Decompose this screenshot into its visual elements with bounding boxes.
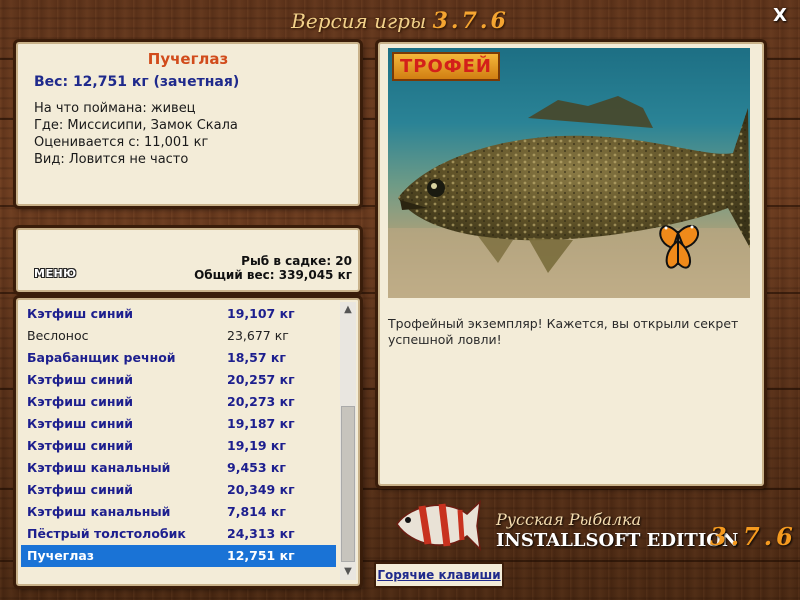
type-info: Вид: Ловится не часто xyxy=(34,152,189,167)
list-item-name: Кэтфиш канальный xyxy=(27,504,171,519)
list-item-weight: 20,273 кг xyxy=(227,394,295,409)
keepnet-stats-panel: МЕНЮ Рыб в садке: 20 Общий вес: 339,045 … xyxy=(16,228,360,292)
list-item-weight: 19,187 кг xyxy=(227,416,295,431)
fish-name: Пучеглаз xyxy=(147,50,229,68)
list-item[interactable]: Кэтфиш канальный 9,453 кг xyxy=(21,457,336,479)
list-item-weight: 19,19 кг xyxy=(227,438,286,453)
list-item-weight: 18,57 кг xyxy=(227,350,286,365)
catch-list: Кэтфиш синий 19,107 кг Веслонос 23,677 кг Ба… xyxy=(16,298,360,586)
list-item-weight: 12,751 кг xyxy=(227,548,295,563)
list-item-name: Барабанщик речной xyxy=(27,350,176,365)
scroll-up-icon[interactable]: ▲ xyxy=(340,302,356,318)
list-item-weight: 7,814 кг xyxy=(227,504,286,519)
list-item-name: Кэтфиш синий xyxy=(27,482,133,497)
list-item[interactable]: Кэтфиш синий 19,107 кг xyxy=(21,303,336,325)
catch-info-panel: Пучеглаз Вес: 12,751 кг (зачетная) На чт… xyxy=(16,42,360,206)
close-icon[interactable]: X xyxy=(770,6,790,26)
list-item-name: Пёстрый толстолобик xyxy=(27,526,186,541)
brand-fish-icon xyxy=(396,500,482,552)
list-item-name: Кэтфиш синий xyxy=(27,306,133,321)
list-item[interactable]: Кэтфиш канальный 7,814 кг xyxy=(21,501,336,523)
list-item[interactable]: Веслонос 23,677 кг xyxy=(21,325,336,347)
list-item[interactable]: Барабанщик речной 18,57 кг xyxy=(21,347,336,369)
list-item-name: Кэтфиш синий xyxy=(27,438,133,453)
list-item-name: Кэтфиш канальный xyxy=(27,460,171,475)
walleye-image xyxy=(388,96,750,298)
title-version: 3.7.6 xyxy=(432,8,509,34)
list-item-name: Веслонос xyxy=(27,328,89,343)
list-item[interactable]: Кэтфиш синий 20,257 кг xyxy=(21,369,336,391)
scrollbar[interactable]: ▲ ▼ xyxy=(340,302,356,580)
title-text: Версия игры xyxy=(291,9,427,33)
list-item-name: Кэтфиш синий xyxy=(27,416,133,431)
hotkeys-button[interactable]: Горячие клавиши xyxy=(374,562,504,588)
fish-count: Рыб в садке: 20 xyxy=(241,254,352,268)
rating-info: Оценивается с: 11,001 кг xyxy=(34,135,209,150)
scroll-thumb[interactable] xyxy=(341,406,355,562)
list-item-name: Пучеглаз xyxy=(27,548,95,563)
bait-info: На что поймана: живец xyxy=(34,101,196,116)
list-item[interactable]: Кэтфиш синий 19,187 кг xyxy=(21,413,336,435)
list-item-weight: 24,313 кг xyxy=(227,526,295,541)
total-weight: Общий вес: 339,045 кг xyxy=(194,268,352,282)
list-item-weight: 20,257 кг xyxy=(227,372,295,387)
fish-weight: Вес: 12,751 кг (зачетная) xyxy=(34,74,240,90)
list-item-weight: 20,349 кг xyxy=(227,482,295,497)
list-item-name: Кэтфиш синий xyxy=(27,394,133,409)
list-item-weight: 9,453 кг xyxy=(227,460,286,475)
list-item-weight: 19,107 кг xyxy=(227,306,295,321)
list-item[interactable]: Пучеглаз 12,751 кг xyxy=(21,545,336,567)
brand-title: Русская Рыбалка xyxy=(496,510,642,529)
window-title: Версия игры 3.7.6 xyxy=(0,8,800,34)
list-item-name: Кэтфиш синий xyxy=(27,372,133,387)
list-item[interactable]: Пёстрый толстолобик 24,313 кг xyxy=(21,523,336,545)
menu-button[interactable]: МЕНЮ xyxy=(34,267,77,280)
list-item-weight: 23,677 кг xyxy=(227,328,289,343)
catch-list-rows: Кэтфиш синий 19,107 кг Веслонос 23,677 кг Ба… xyxy=(21,303,336,567)
brand-version: 3.7.6 xyxy=(710,522,797,551)
scroll-down-icon[interactable]: ▼ xyxy=(340,564,356,580)
fish-photo: ТРОФЕЙ xyxy=(388,48,750,298)
trophy-panel: ТРОФЕЙ Трофейный экземпляр! Кажется, вы … xyxy=(378,42,764,486)
location-info: Где: Миссисипи, Замок Скала xyxy=(34,118,238,133)
brand-edition: INSTALLSOFT EDITION xyxy=(496,530,739,551)
list-item[interactable]: Кэтфиш синий 19,19 кг xyxy=(21,435,336,457)
list-item[interactable]: Кэтфиш синий 20,273 кг xyxy=(21,391,336,413)
trophy-description: Трофейный экземпляр! Кажется, вы открыли… xyxy=(388,316,739,347)
list-item[interactable]: Кэтфиш синий 20,349 кг xyxy=(21,479,336,501)
trophy-badge: ТРОФЕЙ xyxy=(392,52,500,81)
